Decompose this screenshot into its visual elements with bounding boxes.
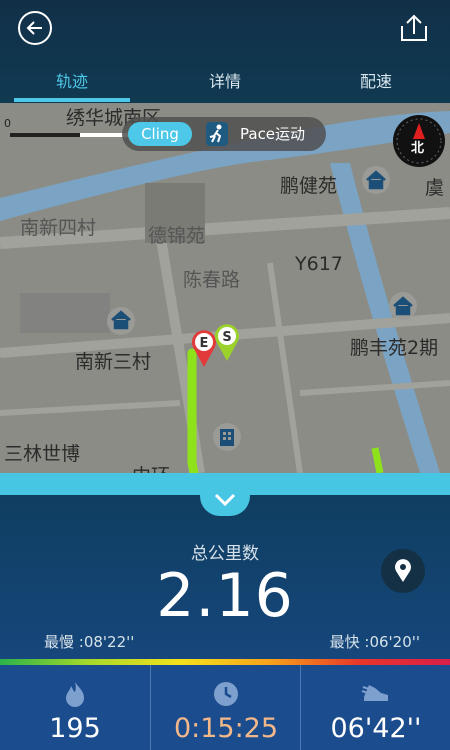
- map-scale-label: 0: [4, 117, 11, 130]
- pace-logo-icon: [206, 122, 228, 146]
- svg-text:E: E: [200, 336, 209, 351]
- share-icon: [401, 14, 427, 41]
- map-label: 鹏丰苑2期: [350, 337, 439, 359]
- compass-button[interactable]: 北: [393, 115, 445, 167]
- tab-bar: 轨迹 详情 配速: [0, 64, 450, 102]
- collapse-toggle-button[interactable]: [200, 476, 250, 516]
- route-map[interactable]: 绣华城南区 鹏健苑 虞 南新四村 德锦苑 陈春路 Y617 南新三村 鹏丰苑2期…: [0, 103, 450, 473]
- map-label: 鹏健苑: [280, 175, 338, 197]
- fastest-pace: 最快 :06'20'': [329, 633, 420, 651]
- map-label: 德锦苑: [148, 225, 206, 247]
- duration-value: 0:15:25: [173, 713, 279, 744]
- tab-track[interactable]: 轨迹: [14, 64, 130, 102]
- map-label: 中环: [132, 461, 170, 473]
- start-marker-icon: S: [215, 324, 239, 361]
- slowest-pace: 最慢 :08'22'': [44, 633, 135, 651]
- location-button[interactable]: [381, 549, 425, 593]
- building-icon: [393, 296, 413, 316]
- device-badge: Cling Pace运动: [122, 117, 326, 151]
- building-icon: [111, 310, 131, 330]
- map-label: 陈春路: [183, 269, 241, 291]
- calories-value: 195: [49, 713, 101, 744]
- office-icon: [220, 429, 234, 446]
- compass-north-label: 北: [411, 141, 425, 156]
- pace-stat: 06'42'': [300, 665, 450, 750]
- tab-details[interactable]: 详情: [167, 64, 283, 102]
- active-tab-indicator: [14, 98, 130, 102]
- chevron-down-icon: [214, 493, 236, 507]
- map-label: 南新四村: [20, 217, 97, 239]
- share-button[interactable]: [398, 12, 430, 44]
- building-icon: [366, 170, 386, 190]
- tab-pace[interactable]: 配速: [318, 64, 434, 102]
- arrow-left-icon: [26, 21, 42, 35]
- location-pin-icon: [395, 559, 411, 582]
- map-label: 虞: [425, 177, 445, 199]
- calories-stat: 195: [0, 665, 150, 750]
- duration-stat: 0:15:25: [150, 665, 301, 750]
- svg-text:S: S: [222, 330, 231, 345]
- shoe-icon: [361, 685, 388, 701]
- clock-icon: [214, 682, 238, 706]
- map-scale-bar: [10, 133, 135, 137]
- map-label: 三林世博: [4, 443, 81, 465]
- pace-brand-label: Pace运动: [240, 125, 306, 143]
- top-bar: 轨迹 详情 配速: [0, 0, 450, 103]
- map-label: 南新三村: [75, 351, 152, 373]
- back-button[interactable]: [18, 11, 52, 45]
- cling-badge: Cling: [128, 122, 192, 146]
- stats-row: 195 0:15:25 06'42'': [0, 665, 450, 750]
- flame-icon: [66, 682, 84, 707]
- map-label: Y617: [295, 253, 343, 275]
- average-pace-value: 06'42'': [330, 713, 422, 744]
- summary-panel: 总公里数 2.16 最慢 :08'22'' 最快 :06'20'' 195 0:…: [0, 473, 450, 750]
